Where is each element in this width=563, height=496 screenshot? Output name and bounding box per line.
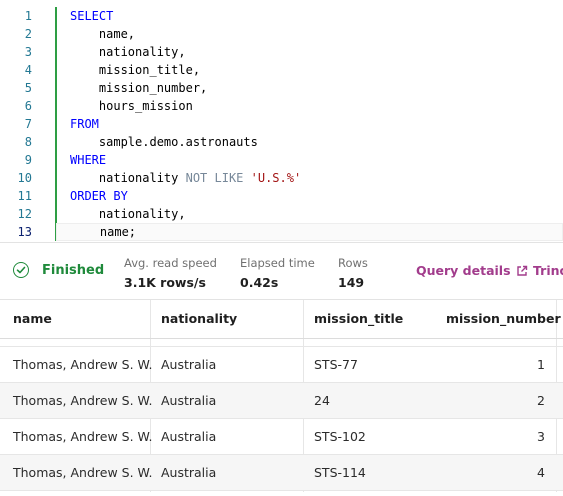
line-number: 3 — [24, 45, 32, 59]
line-number: 8 — [24, 135, 32, 149]
cell-mission-number: 2 — [537, 393, 545, 408]
cell-nationality: Australia — [161, 393, 217, 408]
code-area[interactable]: SELECT name, nationality, mission_title,… — [56, 7, 563, 241]
cell-name: Thomas, Andrew S. W. — [13, 465, 153, 480]
table-body: Thomas, Andrew S. W. Australia STS-77 1 … — [0, 347, 563, 491]
cell-nationality: Australia — [161, 357, 217, 372]
code-line[interactable]: SELECT — [70, 7, 563, 25]
column-header-mission-number[interactable]: mission_number — [446, 300, 561, 338]
stat-value: 3.1K rows/s — [124, 275, 206, 290]
stat-value: 149 — [338, 275, 365, 290]
cell-nationality: Australia — [161, 429, 217, 444]
code-line[interactable]: FROM — [70, 115, 563, 133]
cell-name: Thomas, Andrew S. W. — [13, 429, 153, 444]
results-table: name nationality mission_title mission_n… — [0, 300, 563, 492]
cell-mission-number: 1 — [537, 357, 545, 372]
code-text: name, — [70, 27, 136, 41]
line-number: 4 — [24, 63, 32, 77]
line-number: 9 — [24, 153, 32, 167]
stat-read-speed: Avg. read speed 3.1K rows/s — [124, 256, 217, 290]
code-line[interactable]: name, — [70, 25, 563, 43]
code-text: hours_mission — [70, 99, 193, 113]
code-line[interactable]: mission_title, — [70, 61, 563, 79]
cell-mission-title: 24 — [314, 393, 330, 408]
keyword-from: FROM — [70, 117, 99, 131]
operator-not-like: NOT LIKE — [185, 171, 244, 185]
cell-name: Thomas, Andrew S. W. — [13, 393, 153, 408]
table-spacer — [0, 339, 563, 347]
stat-label: Avg. read speed — [124, 256, 217, 270]
code-line[interactable]: nationality NOT LIKE 'U.S.%' — [70, 169, 563, 187]
line-number: 10 — [17, 171, 32, 185]
line-number: 5 — [24, 81, 32, 95]
string-literal: 'U.S.%' — [250, 171, 302, 185]
code-text: nationality, — [70, 207, 186, 221]
cell-mission-number: 3 — [537, 429, 545, 444]
line-number: 12 — [17, 207, 32, 221]
cell-mission-title: STS-114 — [314, 465, 366, 480]
trino-link[interactable]: Trino — [533, 263, 563, 278]
external-link-icon[interactable] — [516, 265, 528, 277]
keyword-select: SELECT — [70, 9, 114, 23]
column-header-mission-title[interactable]: mission_title — [314, 300, 403, 338]
cell-mission-title: STS-77 — [314, 357, 358, 372]
code-line[interactable]: WHERE — [70, 151, 563, 169]
line-number-active: 13 — [17, 225, 32, 239]
stat-label: Elapsed time — [240, 256, 315, 270]
status-finished: Finished — [42, 263, 105, 278]
code-line[interactable]: ORDER BY — [70, 187, 563, 205]
line-number: 11 — [17, 189, 32, 203]
code-text: mission_title, — [70, 63, 201, 77]
line-number: 1 — [24, 9, 32, 23]
code-line[interactable]: mission_number, — [70, 79, 563, 97]
code-text: name; — [71, 225, 137, 239]
code-text: mission_number, — [70, 81, 208, 95]
code-text: sample.demo.astronauts — [70, 135, 258, 149]
line-number: 6 — [24, 99, 32, 113]
line-number: 2 — [24, 27, 32, 41]
query-details-link[interactable]: Query details — [416, 263, 511, 278]
cell-name: Thomas, Andrew S. W. — [13, 357, 153, 372]
stat-elapsed-time: Elapsed time 0.42s — [240, 256, 315, 290]
line-number-gutter: 1 2 3 4 5 6 7 8 9 10 11 12 13 — [0, 7, 46, 241]
query-status-bar: Finished Avg. read speed 3.1K rows/s Ela… — [0, 243, 563, 300]
code-text: nationality — [70, 171, 186, 185]
cell-nationality: Australia — [161, 465, 217, 480]
code-line[interactable]: nationality, — [70, 43, 563, 61]
cell-mission-number: 4 — [537, 465, 545, 480]
code-line[interactable]: hours_mission — [70, 97, 563, 115]
code-line-active[interactable]: name; — [56, 223, 563, 241]
editor-change-indicator — [55, 7, 57, 241]
code-line[interactable]: sample.demo.astronauts — [70, 133, 563, 151]
cell-mission-title: STS-102 — [314, 429, 366, 444]
table-row[interactable]: Thomas, Andrew S. W. Australia STS-102 3 — [0, 419, 563, 455]
sql-editor[interactable]: 1 2 3 4 5 6 7 8 9 10 11 12 13 SELECT nam… — [0, 0, 563, 243]
table-row[interactable]: Thomas, Andrew S. W. Australia STS-77 1 — [0, 347, 563, 383]
table-header: name nationality mission_title mission_n… — [0, 300, 563, 339]
stat-label: Rows — [338, 256, 368, 270]
table-row[interactable]: Thomas, Andrew S. W. Australia 24 2 — [0, 383, 563, 419]
keyword-where: WHERE — [70, 153, 107, 167]
table-row[interactable]: Thomas, Andrew S. W. Australia STS-114 4 — [0, 455, 563, 491]
stat-value: 0.42s — [240, 275, 279, 290]
code-text: nationality, — [70, 45, 186, 59]
line-number: 7 — [24, 117, 32, 131]
column-header-name[interactable]: name — [13, 300, 52, 338]
keyword-order-by: ORDER BY — [70, 189, 128, 203]
stat-rows: Rows 149 — [338, 256, 368, 290]
column-header-nationality[interactable]: nationality — [161, 300, 237, 338]
code-line[interactable]: nationality, — [70, 205, 563, 223]
check-circle-icon — [13, 262, 29, 278]
